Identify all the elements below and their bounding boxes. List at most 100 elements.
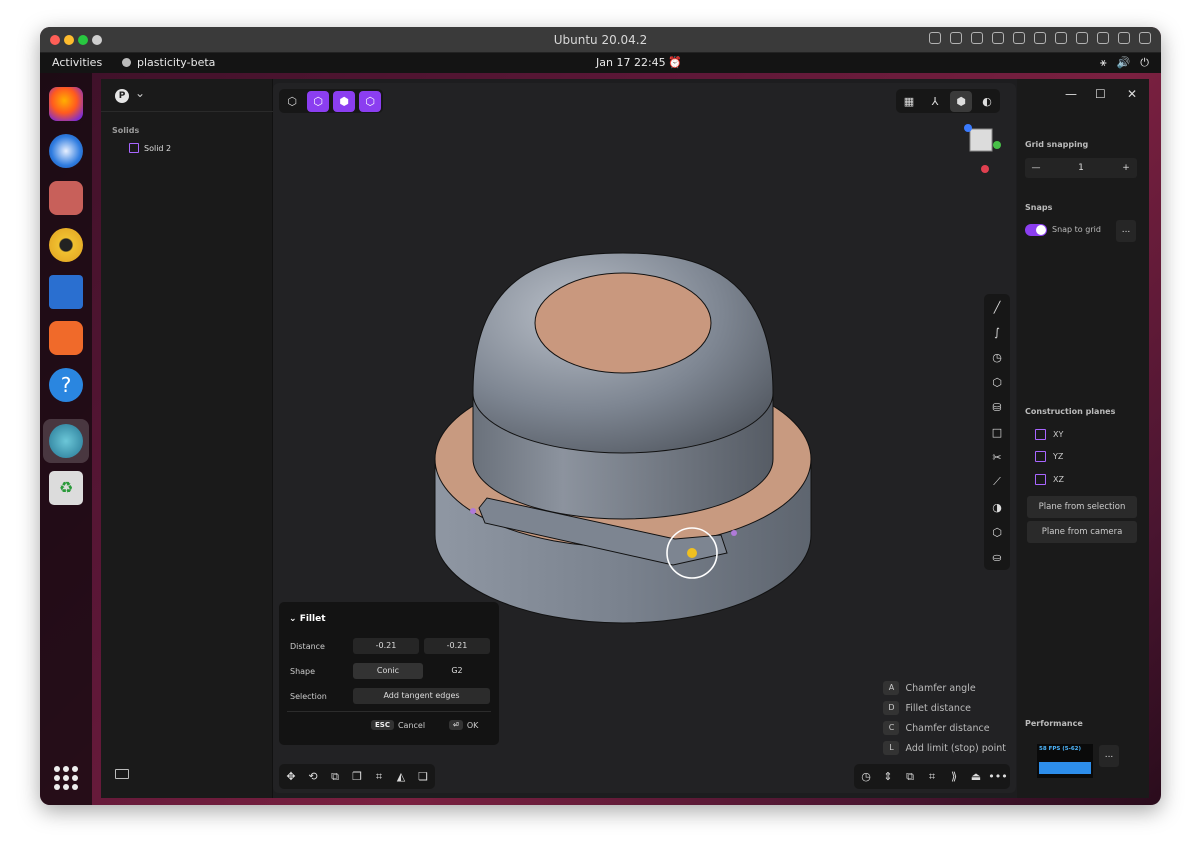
more-icon[interactable]: •••: [988, 767, 1007, 786]
keyboard-icon[interactable]: [929, 32, 941, 44]
fillet-title: ⌄ Fillet: [289, 614, 326, 624]
3d-viewport[interactable]: ⬡ ⬡ ⬢ ⬡ ▦ ⅄ ⬢ ◐ ╱ ∫ ◷ ⬡ ⛁ □ ✂ ⟋ ◑ ⬡ ⛀ ⌄ …: [273, 83, 1016, 793]
plane-label: XY: [1053, 430, 1064, 439]
rectangle-tool-icon[interactable]: □: [988, 423, 1006, 441]
plane-xz[interactable]: XZ: [1035, 474, 1064, 485]
outliner-panel: P ⌄ Solids Solid 2: [101, 79, 273, 798]
files-icon[interactable]: [49, 181, 83, 215]
plasticity-icon[interactable]: [49, 424, 83, 458]
network-icon[interactable]: [992, 32, 1004, 44]
plane-from-camera-button[interactable]: Plane from camera: [1027, 521, 1137, 543]
plus-icon[interactable]: +: [1115, 163, 1137, 173]
project-badge[interactable]: P: [115, 89, 129, 103]
display-icon[interactable]: [1118, 32, 1130, 44]
g2-button[interactable]: G2: [424, 663, 490, 679]
vertex-mode-icon[interactable]: ⬡: [281, 91, 303, 112]
add-tangent-edges-button[interactable]: Add tangent edges: [353, 688, 490, 704]
software-icon[interactable]: [49, 321, 83, 355]
grid-size-value[interactable]: 1: [1070, 163, 1092, 173]
minus-icon[interactable]: —: [1025, 163, 1047, 173]
fillet-icon[interactable]: ◷: [857, 767, 875, 786]
clock[interactable]: Jan 17 22:45: [596, 56, 666, 69]
move-icon[interactable]: ✥: [282, 767, 300, 786]
app-grid-icon[interactable]: [54, 766, 78, 790]
writer-icon[interactable]: [49, 275, 83, 309]
system-tray[interactable]: ⚹ 🔊 ⏻: [1100, 56, 1149, 70]
grid-size-stepper[interactable]: — 1 +: [1025, 158, 1137, 178]
boolean-icon[interactable]: ◑: [988, 498, 1006, 516]
help-icon[interactable]: ?: [49, 368, 83, 402]
outliner-item[interactable]: Solid 2: [129, 143, 171, 153]
globe-icon[interactable]: [1013, 32, 1025, 44]
box-tool-icon[interactable]: ⬡: [988, 523, 1006, 541]
snap-to-grid-toggle[interactable]: [1025, 224, 1047, 236]
maximize-icon[interactable]: ☐: [1095, 87, 1106, 101]
rhythmbox-icon[interactable]: [49, 228, 83, 262]
gear-icon[interactable]: [1139, 32, 1151, 44]
line-tool-icon[interactable]: ╱: [988, 298, 1006, 316]
trash-icon[interactable]: ♻: [49, 471, 83, 505]
duplicate-icon[interactable]: ❐: [348, 767, 366, 786]
loft-icon[interactable]: ⟫: [945, 767, 963, 786]
mic-icon[interactable]: [1055, 32, 1067, 44]
usb-icon[interactable]: [971, 32, 983, 44]
face-mode-icon[interactable]: ⬢: [333, 91, 355, 112]
align-icon[interactable]: ⌗: [370, 767, 388, 786]
distance-input-2[interactable]: -0.21: [424, 638, 490, 654]
circle-tool-icon[interactable]: ◷: [988, 348, 1006, 366]
cpu-icon[interactable]: [950, 32, 962, 44]
minimize-icon[interactable]: —: [1065, 87, 1077, 101]
hint-row[interactable]: C Chamfer distance: [883, 721, 1006, 735]
properties-panel: — ☐ ✕ Grid snapping — 1 + Snaps Snap to gr…: [1017, 79, 1149, 798]
plane-icon: [1035, 429, 1046, 440]
conic-button[interactable]: Conic: [353, 663, 423, 679]
copy-icon[interactable]: ❏: [414, 767, 432, 786]
snap-options-button[interactable]: ...: [1116, 220, 1136, 242]
rotate-icon[interactable]: ⟲: [304, 767, 322, 786]
grid-icon[interactable]: ▦: [898, 91, 920, 112]
vm-device-icons: [929, 32, 1151, 44]
ok-button[interactable]: ⏎ OK: [449, 720, 478, 730]
disk-icon[interactable]: [1076, 32, 1088, 44]
offset-icon[interactable]: ⧉: [901, 767, 919, 786]
speaker-icon[interactable]: [1034, 32, 1046, 44]
hint-row[interactable]: A Chamfer angle: [883, 681, 1006, 695]
edge-mode-icon[interactable]: ⬡: [307, 91, 329, 112]
desktop-window: Ubuntu 20.04.2 Activities plasticity-bet…: [40, 27, 1161, 805]
shading-icon[interactable]: ◐: [976, 91, 998, 112]
extrude-icon[interactable]: ⇕: [879, 767, 897, 786]
camera-icon[interactable]: [1097, 32, 1109, 44]
distance-input-1[interactable]: -0.21: [353, 638, 419, 654]
keyboard-hints: A Chamfer angle D Fillet distance C Chamfer…: [883, 681, 1006, 755]
pattern-icon[interactable]: ⌗: [923, 767, 941, 786]
cube-icon: [129, 143, 139, 153]
folder-icon[interactable]: [115, 769, 129, 779]
fillet-dialog: ⌄ Fillet Distance -0.21 -0.21 Shape Coni…: [279, 602, 499, 745]
plane-icon: [1035, 474, 1046, 485]
fillet-curve-icon[interactable]: ⟋: [988, 473, 1006, 491]
solid-mode-icon[interactable]: ⬡: [359, 91, 381, 112]
thunderbird-icon[interactable]: [49, 134, 83, 168]
chevron-down-icon[interactable]: ⌄: [135, 86, 145, 100]
hint-row[interactable]: D Fillet distance: [883, 701, 1006, 715]
cylinder-solid-icon[interactable]: ⛀: [988, 548, 1006, 566]
cylinder-tool-icon[interactable]: ⛁: [988, 398, 1006, 416]
mirror-icon[interactable]: ◭: [392, 767, 410, 786]
xray-icon[interactable]: ⬢: [950, 91, 972, 112]
performance-options-button[interactable]: ...: [1099, 745, 1119, 767]
firefox-icon[interactable]: [49, 87, 83, 121]
scale-icon[interactable]: ⧉: [326, 767, 344, 786]
plane-yz[interactable]: YZ: [1035, 451, 1063, 462]
plane-xy[interactable]: XY: [1035, 429, 1063, 440]
close-icon[interactable]: ✕: [1127, 87, 1137, 101]
axes-icon[interactable]: ⅄: [924, 91, 946, 112]
hint-row[interactable]: L Add limit (stop) point: [883, 741, 1006, 755]
activities-button[interactable]: Activities: [52, 56, 102, 69]
cancel-button[interactable]: ESC Cancel: [371, 720, 425, 730]
app-menu[interactable]: plasticity-beta: [122, 56, 215, 69]
curve-tool-icon[interactable]: ∫: [988, 323, 1006, 341]
polygon-tool-icon[interactable]: ⬡: [988, 373, 1006, 391]
plane-from-selection-button[interactable]: Plane from selection: [1027, 496, 1137, 518]
eject-icon[interactable]: ⏏: [967, 767, 985, 786]
scissors-icon[interactable]: ✂: [988, 448, 1006, 466]
